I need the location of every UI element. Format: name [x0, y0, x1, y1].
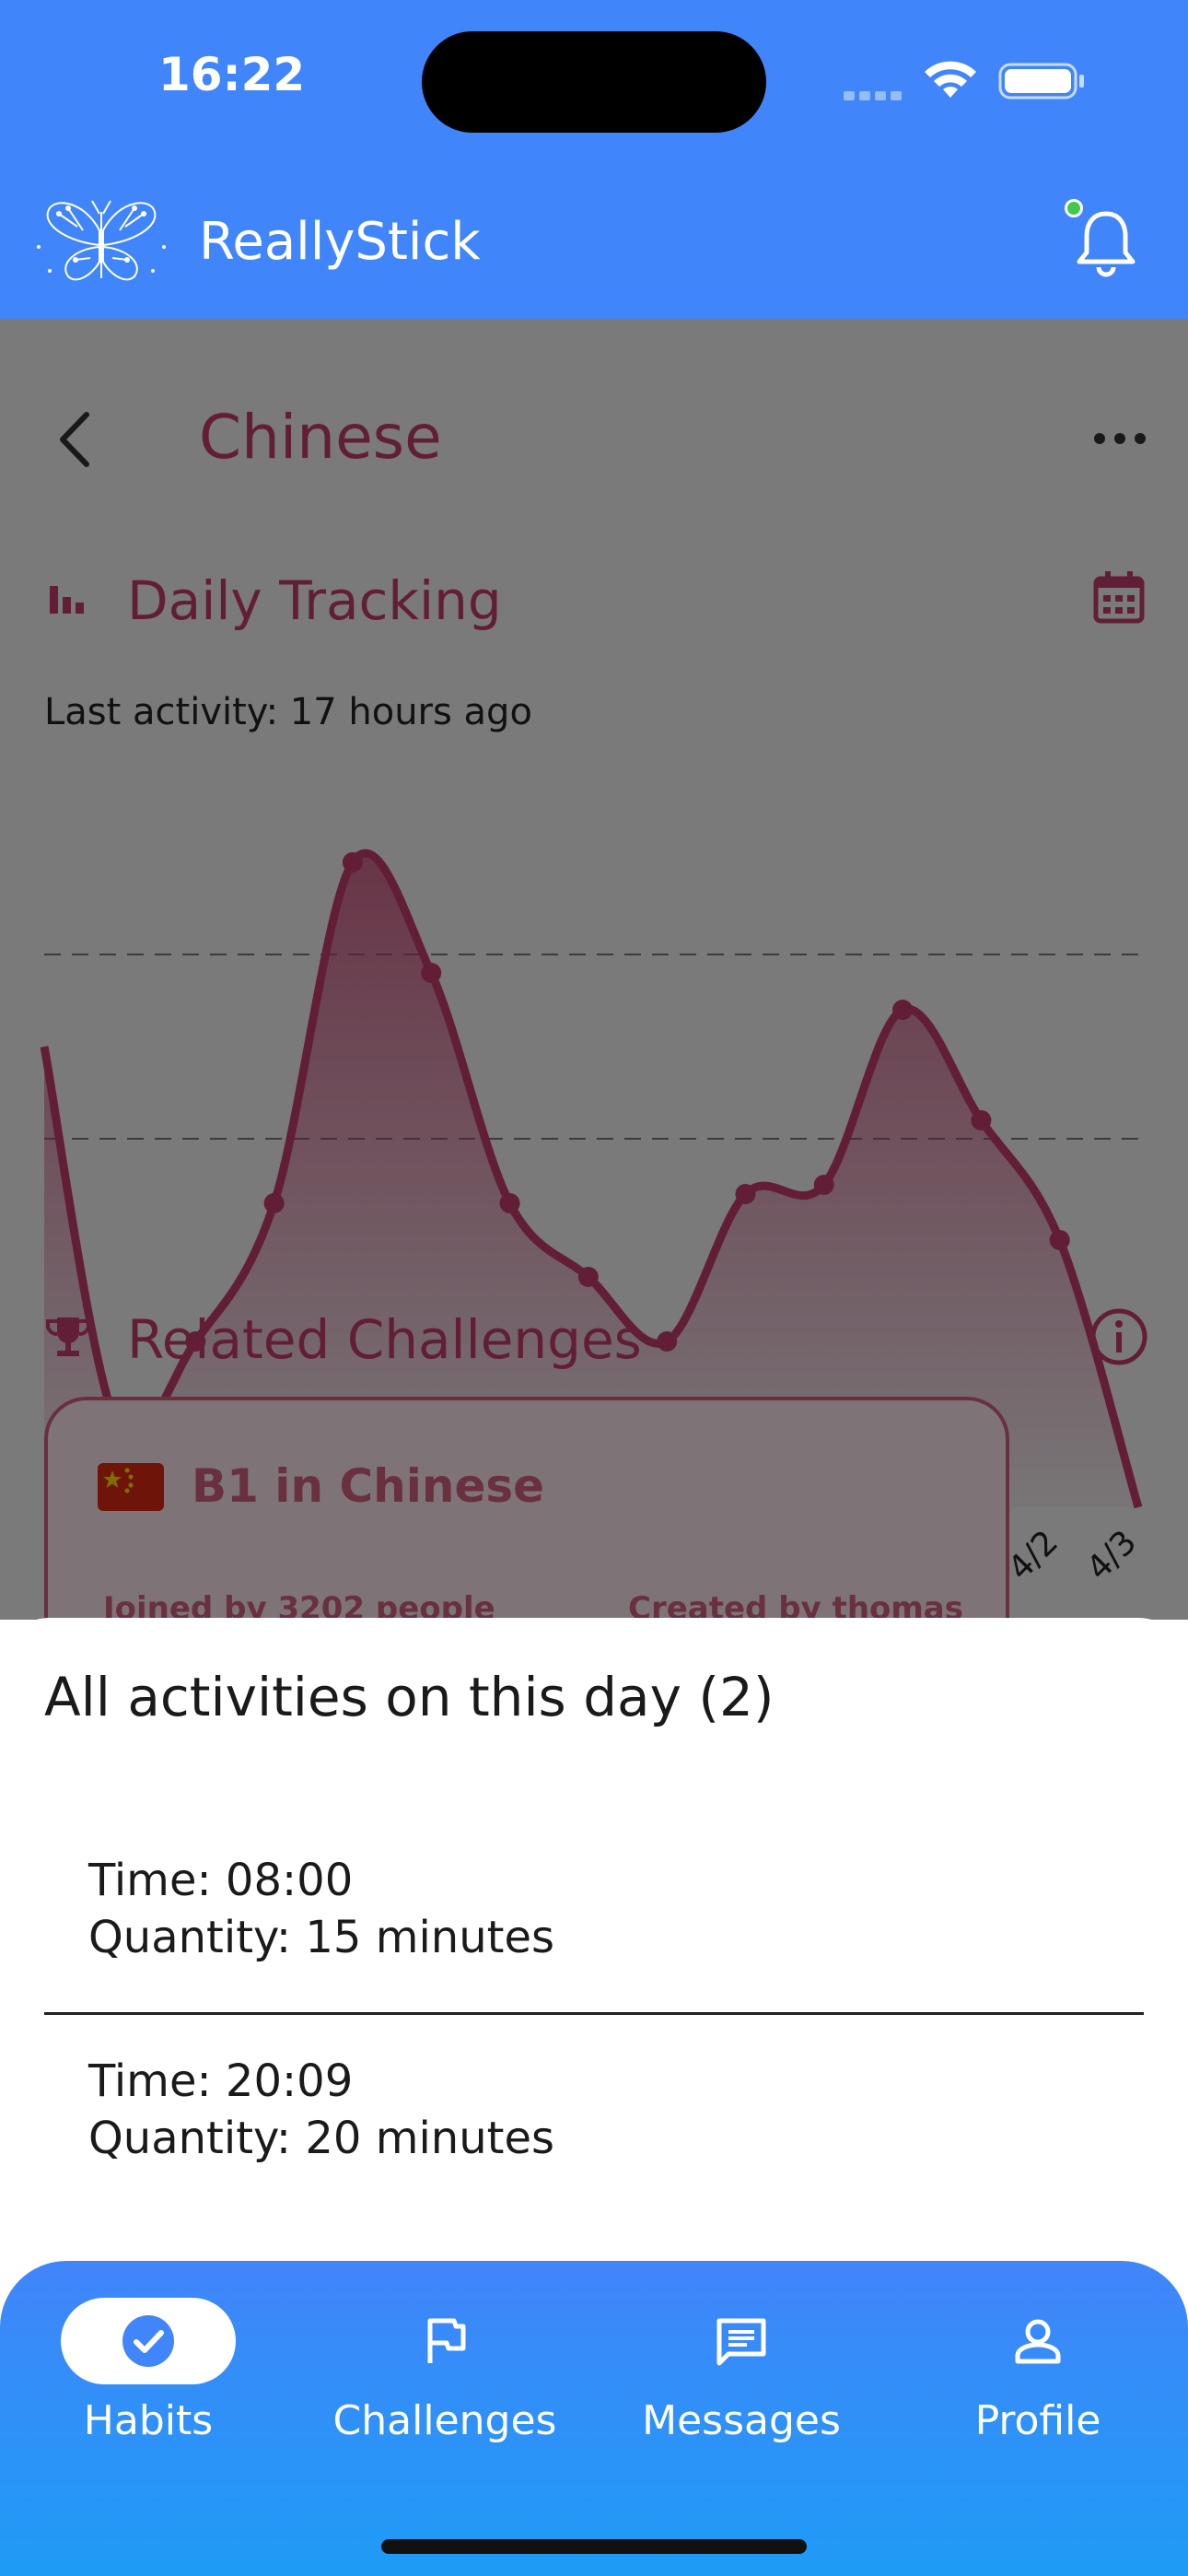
nav-item-habits[interactable]: Habits — [0, 2298, 297, 2482]
nav-label: Habits — [83, 2397, 214, 2444]
divider — [44, 2012, 1144, 2015]
wifi-icon — [925, 61, 976, 98]
activity-item[interactable]: Time: 08:00 Quantity: 15 minutes — [88, 1852, 554, 1966]
nav-item-messages[interactable]: Messages — [593, 2298, 890, 2482]
nav-icon-container — [950, 2298, 1125, 2384]
nav-active-indicator — [61, 2298, 236, 2384]
sheet-title: All activities on this day (2) — [44, 1666, 775, 1728]
activity-item[interactable]: Time: 20:09 Quantity: 20 minutes — [88, 2053, 554, 2167]
nav-icon-container — [357, 2298, 532, 2384]
status-time: 16:22 — [158, 48, 306, 101]
app-title: ReallyStick — [199, 212, 481, 272]
activity-time: Time: 08:00 — [88, 1855, 354, 1906]
home-indicator — [381, 2539, 807, 2554]
activities-bottom-sheet: All activities on this day (2) Time: 08:… — [0, 1618, 1188, 2263]
modal-scrim[interactable] — [0, 319, 1188, 1620]
nav-item-challenges[interactable]: Challenges — [297, 2298, 593, 2482]
dynamic-island — [422, 31, 766, 133]
nav-item-profile[interactable]: Profile — [890, 2298, 1186, 2482]
activity-quantity: Quantity: 20 minutes — [88, 2113, 554, 2164]
person-icon — [1015, 2319, 1061, 2364]
status-bar: 16:22 — [0, 0, 1188, 166]
nav-icon-container — [654, 2298, 829, 2384]
nav-label: Profile — [974, 2397, 1101, 2444]
bottom-navigation: Habits Challenges Messages Profile — [0, 2261, 1188, 2576]
flag-icon — [427, 2318, 466, 2363]
message-icon — [716, 2318, 766, 2366]
nav-label: Messages — [642, 2397, 841, 2444]
cellular-signal-icon — [844, 87, 908, 100]
nav-label: Challenges — [332, 2397, 557, 2444]
bell-icon[interactable] — [1074, 206, 1138, 280]
check-circle-icon — [122, 2315, 174, 2367]
butterfly-logo-icon — [37, 200, 166, 281]
notification-dot — [1065, 199, 1083, 217]
activity-time: Time: 20:09 — [88, 2055, 354, 2107]
activity-quantity: Quantity: 15 minutes — [88, 1912, 554, 1963]
battery-icon — [998, 63, 1084, 100]
app-bar: ReallyStick — [0, 166, 1188, 319]
